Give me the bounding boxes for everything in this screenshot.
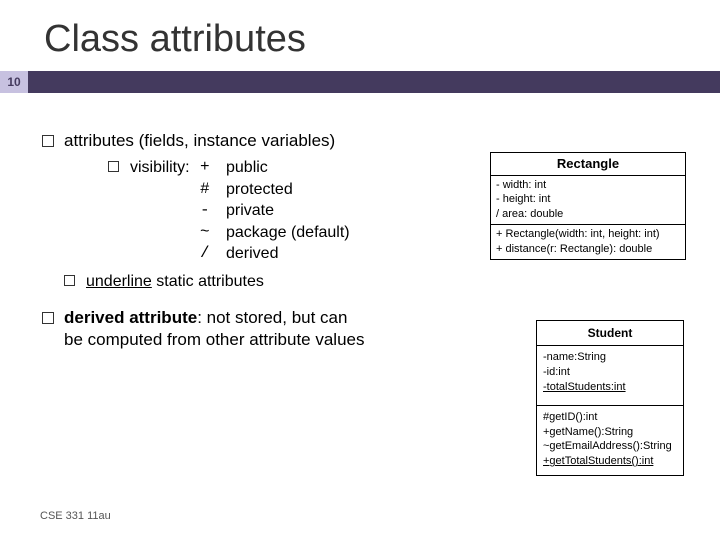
slide-title: Class attributes <box>0 0 720 71</box>
bullet-attributes: attributes (fields, instance variables) <box>42 130 462 153</box>
vis-label: public <box>226 157 268 179</box>
bullet-visibility: visibility: +public #protected -private … <box>108 157 462 265</box>
uml-class-name: Rectangle <box>491 153 685 176</box>
uml-op: + distance(r: Rectangle): double <box>496 242 680 257</box>
vis-label: private <box>226 200 274 222</box>
underline-rest: static attributes <box>152 273 264 290</box>
uml-attr: -name:String <box>543 350 677 365</box>
vis-row: /derived <box>200 243 350 265</box>
vis-sym: ~ <box>200 222 226 244</box>
uml-attr: -totalStudents:int <box>543 380 677 395</box>
uml-attributes: - width: int - height: int / area: doubl… <box>491 176 685 226</box>
vis-sym: + <box>200 157 226 179</box>
vis-row: +public <box>200 157 350 179</box>
derived-term: derived attribute <box>64 308 197 327</box>
uml-class-name: Student <box>537 321 683 346</box>
uml-op: #getID():int <box>543 410 677 425</box>
vis-sym: # <box>200 179 226 201</box>
uml-operations: + Rectangle(width: int, height: int) + d… <box>491 225 685 259</box>
vis-sym: / <box>200 243 226 265</box>
uml-op: +getName():String <box>543 425 677 440</box>
body-content: attributes (fields, instance variables) … <box>42 130 462 356</box>
uml-op: + Rectangle(width: int, height: int) <box>496 227 680 242</box>
bullet-derived: derived attribute: not stored, but can b… <box>42 307 462 353</box>
underline-word: underline <box>86 273 152 290</box>
slide-footer: CSE 331 11au <box>40 510 111 522</box>
vis-row: ~package (default) <box>200 222 350 244</box>
uml-student: Student -name:String -id:int -totalStude… <box>536 320 684 476</box>
uml-attributes: -name:String -id:int -totalStudents:int <box>537 346 683 406</box>
uml-operations: #getID():int +getName():String ~getEmail… <box>537 406 683 475</box>
visibility-label: visibility: <box>130 157 200 265</box>
uml-attr: / area: double <box>496 207 680 222</box>
uml-attr: -id:int <box>543 365 677 380</box>
vis-sym: - <box>200 200 226 222</box>
visibility-table: +public #protected -private ~package (de… <box>200 157 350 265</box>
vis-label: package (default) <box>226 222 350 244</box>
vis-label: protected <box>226 179 293 201</box>
accent-band: 10 <box>0 71 720 93</box>
vis-label: derived <box>226 243 278 265</box>
slide-number: 10 <box>0 71 28 93</box>
uml-op: ~getEmailAddress():String <box>543 439 677 454</box>
uml-attr: - height: int <box>496 192 680 207</box>
vis-row: -private <box>200 200 350 222</box>
uml-rectangle: Rectangle - width: int - height: int / a… <box>490 152 686 260</box>
uml-attr: - width: int <box>496 178 680 193</box>
vis-row: #protected <box>200 179 350 201</box>
bullet-underline: underline static attributes <box>64 271 462 293</box>
uml-op: +getTotalStudents():int <box>543 454 677 469</box>
